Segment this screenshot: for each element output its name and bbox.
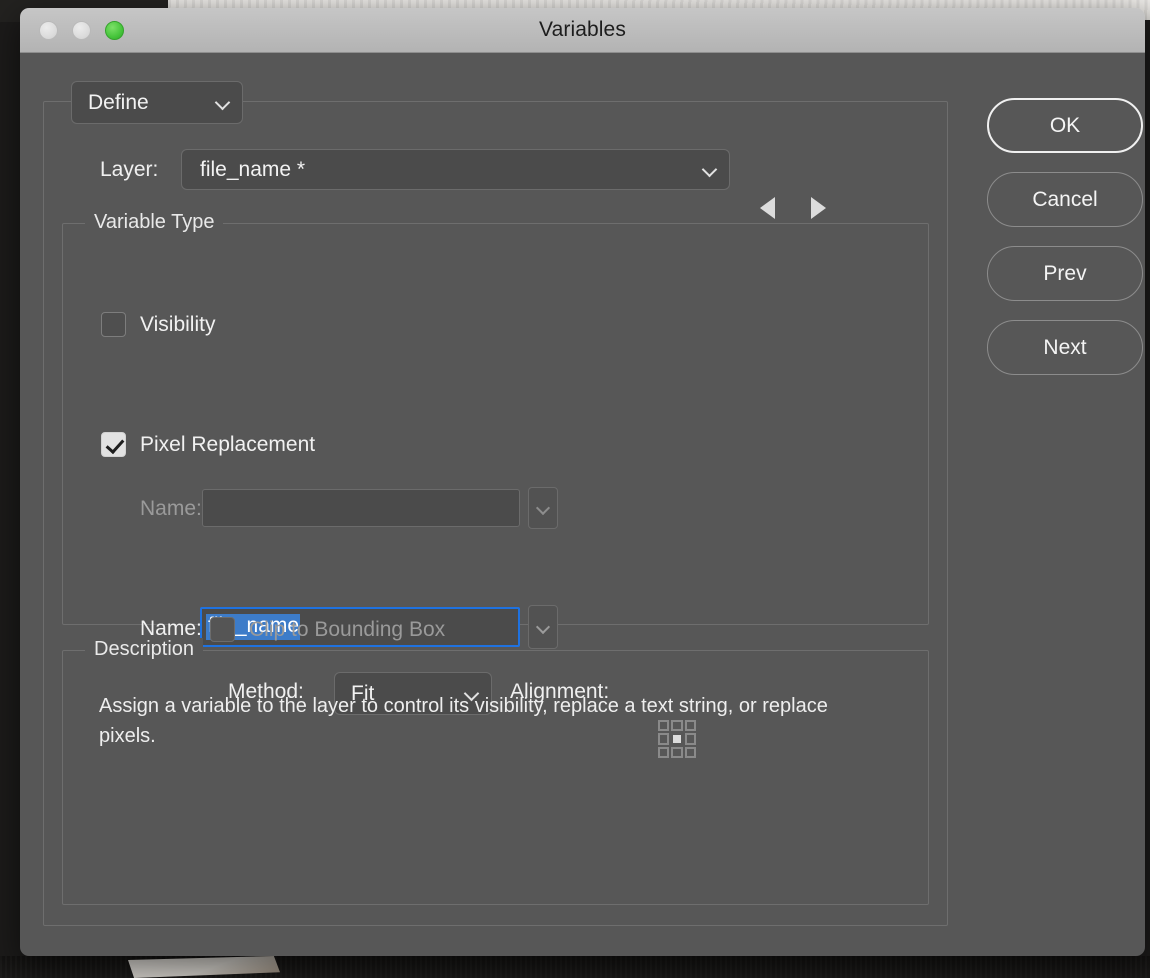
chevron-down-icon: [702, 162, 717, 177]
triangle-left-icon[interactable]: [760, 197, 775, 219]
ok-button-label: OK: [1049, 113, 1081, 137]
window-traffic-lights: [39, 21, 124, 40]
chevron-down-icon: [215, 95, 230, 110]
define-dropdown-value: Define: [88, 90, 149, 114]
pixel-replacement-checkbox[interactable]: [101, 432, 126, 457]
triangle-right-icon[interactable]: [811, 197, 826, 219]
visibility-checkbox[interactable]: [101, 312, 126, 337]
pixel-replacement-checkbox-label: Pixel Replacement: [140, 432, 316, 456]
description-text: Assign a variable to the layer to contro…: [99, 695, 828, 748]
variables-dialog-window: Variables Define Layer: file_name * Vari…: [20, 8, 1145, 956]
define-dropdown[interactable]: Define: [71, 81, 243, 124]
chevron-down-icon: [536, 501, 551, 516]
dialog-body: Define Layer: file_name * Variable Type …: [20, 53, 1145, 956]
cancel-button[interactable]: Cancel: [987, 172, 1143, 227]
clip-to-bounding-box-checkbox[interactable]: [210, 617, 235, 642]
prev-button[interactable]: Prev: [987, 246, 1143, 301]
ok-button[interactable]: OK: [987, 98, 1143, 153]
description-legend: Description: [85, 638, 204, 661]
window-title: Variables: [539, 18, 626, 41]
visibility-checkbox-label: Visibility: [140, 312, 216, 336]
visibility-name-dropdown-button[interactable]: [528, 487, 558, 529]
description-panel: Description Assign a variable to the lay…: [62, 638, 929, 905]
visibility-checkbox-row[interactable]: Visibility: [101, 312, 215, 337]
variable-type-panel: Variable Type Visibility Name: Pixel Rep…: [62, 211, 929, 758]
minimize-button-icon[interactable]: [72, 21, 91, 40]
visibility-name-input[interactable]: [202, 489, 520, 527]
clip-to-bounding-box-label: Clip to Bounding Box: [249, 617, 446, 641]
visibility-name-label: Name:: [140, 497, 202, 520]
pixel-replacement-name-dropdown-button[interactable]: [528, 605, 558, 649]
variable-type-legend: Variable Type: [85, 211, 224, 234]
cancel-button-label: Cancel: [1032, 187, 1098, 211]
clip-to-bounding-box-row[interactable]: Clip to Bounding Box: [210, 617, 445, 642]
layer-dropdown[interactable]: file_name *: [181, 149, 730, 190]
pixel-replacement-checkbox-row[interactable]: Pixel Replacement: [101, 432, 315, 457]
close-button-icon[interactable]: [39, 21, 58, 40]
next-button[interactable]: Next: [987, 320, 1143, 375]
prev-button-label: Prev: [1043, 261, 1087, 285]
next-button-label: Next: [1043, 335, 1087, 359]
zoom-button-icon[interactable]: [105, 21, 124, 40]
layer-label: Layer:: [100, 158, 159, 181]
window-titlebar[interactable]: Variables: [20, 8, 1145, 53]
layer-dropdown-value: file_name *: [200, 157, 306, 181]
chevron-down-icon: [536, 620, 551, 635]
